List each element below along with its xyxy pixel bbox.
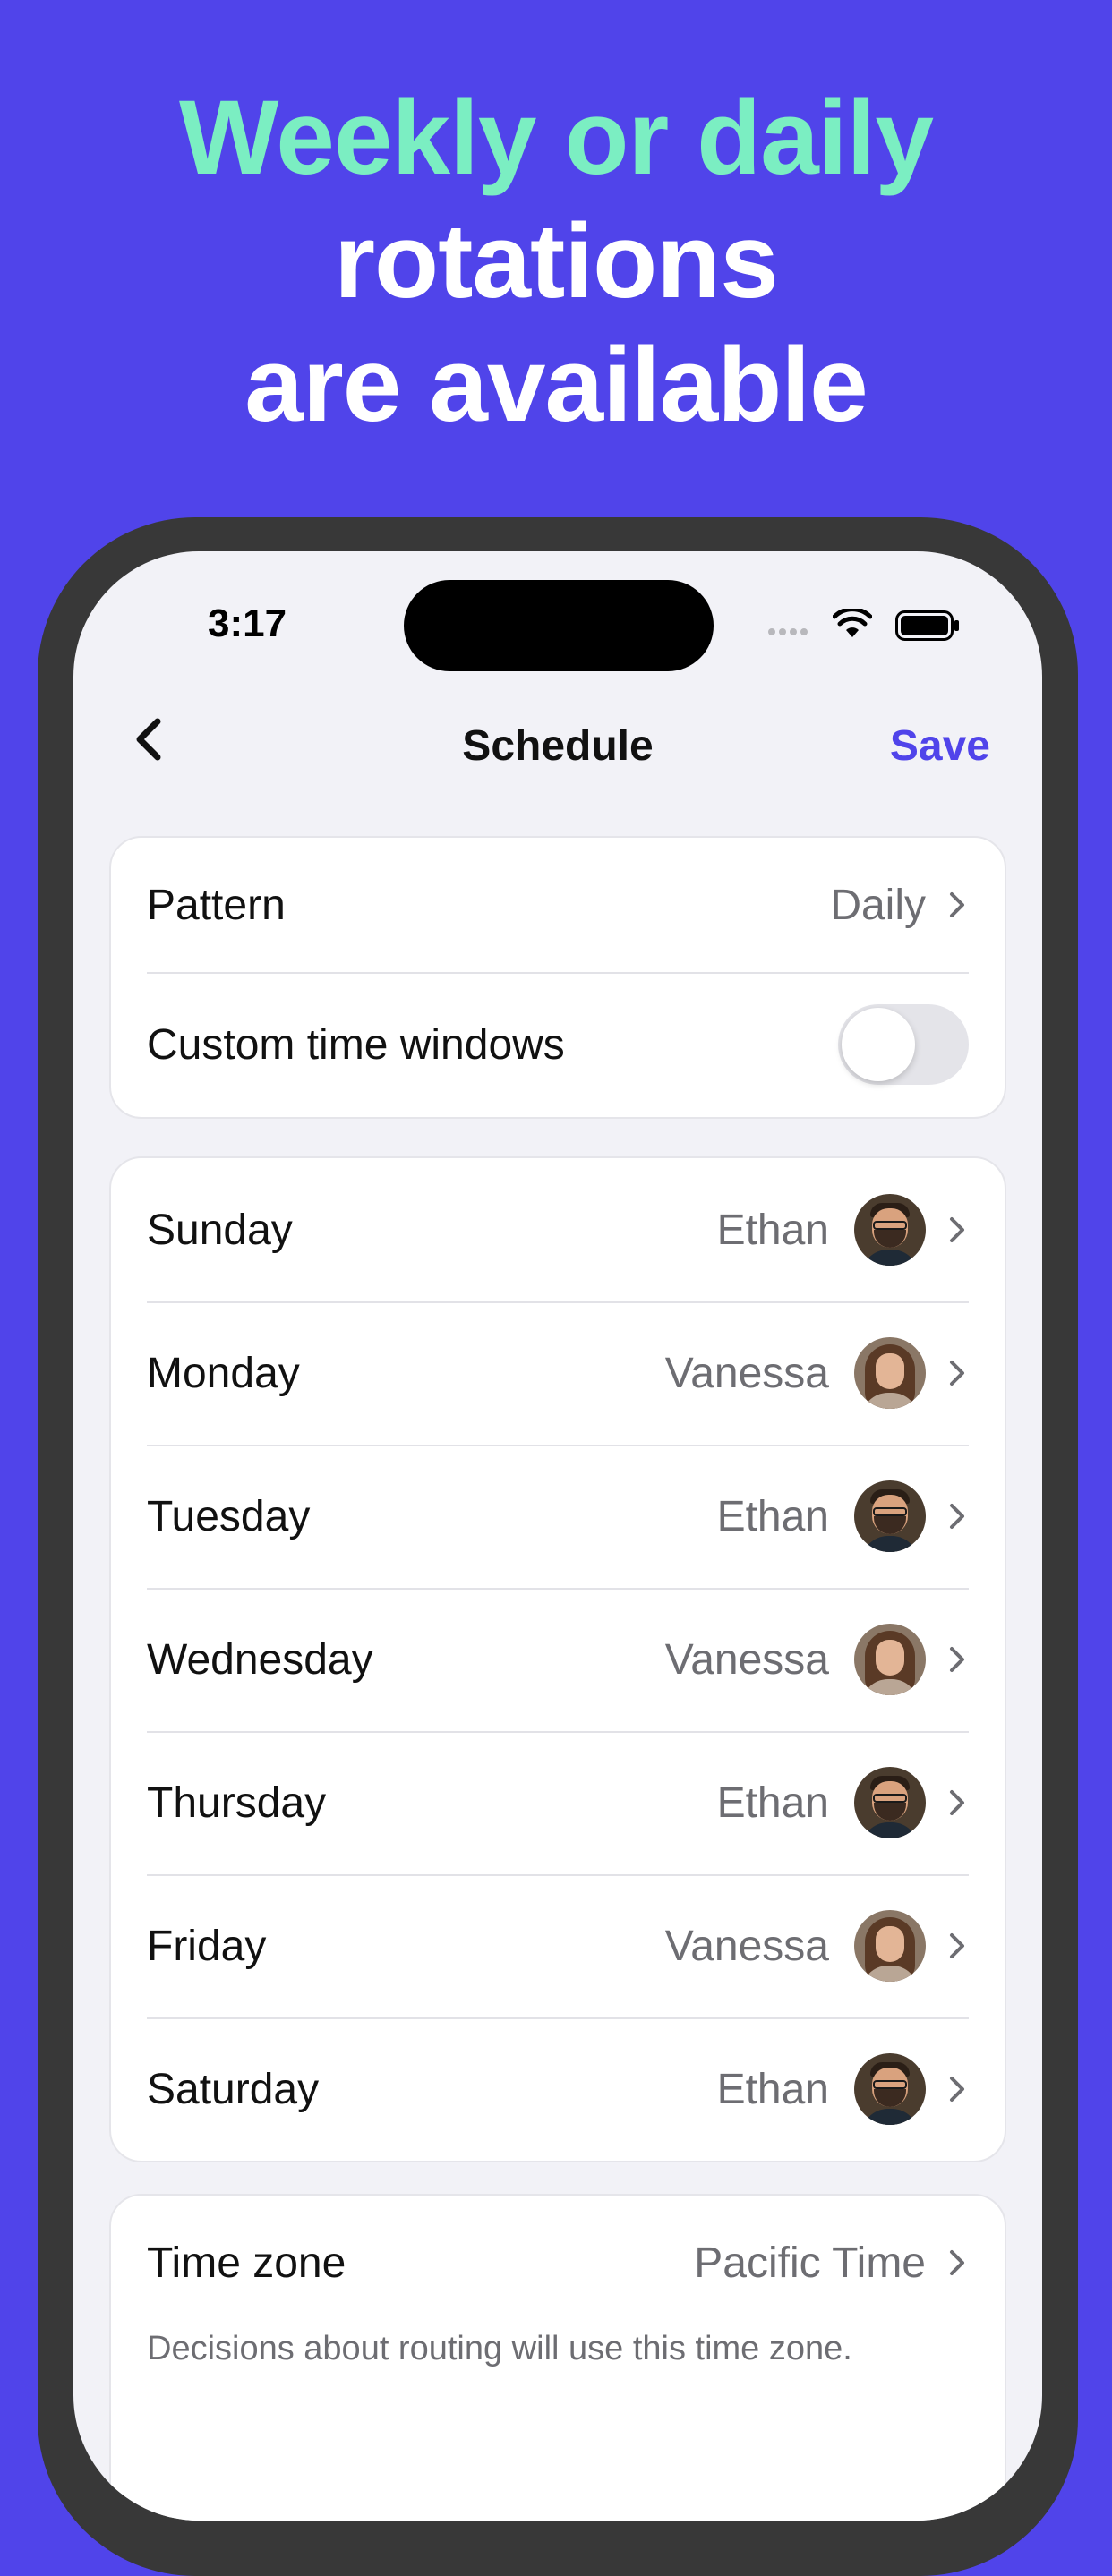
chevron-right-icon [950, 1217, 964, 1242]
day-label: Tuesday [147, 1492, 311, 1540]
avatar-ethan [854, 1480, 926, 1552]
day-row-monday[interactable]: Monday Vanessa [111, 1301, 1005, 1445]
custom-windows-row: Custom time windows [111, 972, 1005, 1117]
marketing-headline: Weekly or daily rotations are available [0, 76, 1112, 447]
save-button[interactable]: Save [890, 721, 990, 771]
chevron-right-icon [950, 1361, 964, 1386]
avatar-vanessa [854, 1337, 926, 1409]
timezone-row[interactable]: Time zone Pacific Time [111, 2196, 1005, 2330]
timezone-label: Time zone [147, 2239, 346, 2287]
day-label: Sunday [147, 1206, 293, 1254]
assignee-name: Ethan [716, 1778, 829, 1827]
pattern-card: Pattern Daily Custom time windows [109, 836, 1006, 1119]
avatar-ethan [854, 2053, 926, 2125]
chevron-right-icon [950, 2077, 964, 2102]
cellular-signal-icon [768, 628, 808, 635]
day-row-sunday[interactable]: Sunday Ethan [111, 1158, 1005, 1301]
toggle-knob [842, 1008, 915, 1081]
custom-windows-toggle[interactable] [838, 1004, 969, 1085]
phone-screen: 3:17 Schedule Save Pattern Daily Custom … [73, 551, 1042, 2521]
avatar-ethan [854, 1767, 926, 1838]
chevron-right-icon [950, 1647, 964, 1672]
assignee-name: Ethan [716, 1206, 829, 1254]
pattern-label: Pattern [147, 881, 286, 929]
assignee-name: Vanessa [664, 1922, 829, 1970]
chevron-right-icon [950, 1933, 964, 1958]
day-row-friday[interactable]: Friday Vanessa [111, 1874, 1005, 2017]
pattern-row[interactable]: Pattern Daily [111, 838, 1005, 972]
day-label: Friday [147, 1922, 267, 1970]
status-time: 3:17 [208, 601, 287, 645]
headline-line-1: Weekly or daily [179, 79, 934, 197]
custom-windows-label: Custom time windows [147, 1020, 565, 1069]
day-row-thursday[interactable]: Thursday Ethan [111, 1731, 1005, 1874]
avatar-vanessa [854, 1624, 926, 1695]
day-label: Saturday [147, 2065, 320, 2113]
chevron-right-icon [950, 2250, 964, 2275]
chevron-right-icon [950, 1504, 964, 1529]
avatar-ethan [854, 1194, 926, 1266]
chevron-right-icon [950, 1790, 964, 1815]
headline-line-3: are available [244, 326, 868, 444]
assignee-name: Ethan [716, 1492, 829, 1540]
pattern-value: Daily [830, 881, 926, 929]
timezone-card: Time zone Pacific Time Decisions about r… [109, 2194, 1006, 2521]
chevron-right-icon [950, 892, 964, 917]
wifi-icon [833, 609, 872, 637]
dynamic-island [404, 580, 714, 671]
day-row-wednesday[interactable]: Wednesday Vanessa [111, 1588, 1005, 1731]
avatar-vanessa [854, 1910, 926, 1982]
headline-line-2: rotations [334, 202, 779, 320]
assignee-name: Ethan [716, 2065, 829, 2113]
timezone-note: Decisions about routing will use this ti… [147, 2330, 852, 2367]
battery-icon [895, 610, 959, 641]
timezone-value: Pacific Time [694, 2239, 926, 2287]
day-row-saturday[interactable]: Saturday Ethan [111, 2017, 1005, 2161]
day-row-tuesday[interactable]: Tuesday Ethan [111, 1445, 1005, 1588]
day-label: Monday [147, 1349, 300, 1397]
assignee-name: Vanessa [664, 1635, 829, 1684]
assignee-name: Vanessa [664, 1349, 829, 1397]
day-label: Wednesday [147, 1635, 373, 1684]
day-label: Thursday [147, 1778, 327, 1827]
rotation-days-card: Sunday Ethan Monday Vanessa Tuesday Etha… [109, 1156, 1006, 2162]
